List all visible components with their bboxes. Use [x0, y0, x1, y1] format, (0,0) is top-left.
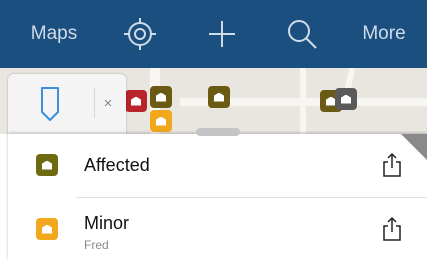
house-icon	[36, 218, 58, 240]
map-road	[300, 68, 306, 134]
map-marker[interactable]	[125, 90, 147, 112]
more-label: More	[362, 23, 406, 44]
maps-button[interactable]: Maps	[14, 0, 94, 68]
top-navbar: Maps More	[0, 0, 427, 68]
search-icon[interactable]	[280, 0, 324, 68]
layer-subtitle: Fred	[84, 238, 109, 252]
search-panel: ×	[8, 74, 126, 134]
house-icon	[36, 154, 58, 176]
pin-icon[interactable]	[38, 86, 62, 122]
layer-title: Affected	[84, 155, 150, 175]
list-item[interactable]: Minor Fred	[8, 198, 427, 260]
list-item[interactable]: Affected	[8, 134, 427, 196]
locate-icon[interactable]	[118, 0, 162, 68]
close-button[interactable]: ×	[94, 88, 121, 118]
maps-label: Maps	[30, 23, 78, 44]
share-icon[interactable]	[381, 216, 403, 242]
more-button[interactable]: More	[350, 0, 418, 68]
layer-sheet: Affected Minor Fred	[8, 128, 427, 260]
map-marker[interactable]	[150, 86, 172, 108]
map-marker[interactable]	[150, 110, 172, 132]
close-icon: ×	[103, 94, 113, 112]
map-marker[interactable]	[208, 86, 230, 108]
plus-icon[interactable]	[200, 0, 244, 68]
layer-title: Minor	[84, 213, 130, 233]
map-marker[interactable]	[335, 88, 357, 110]
share-icon[interactable]	[381, 152, 403, 178]
